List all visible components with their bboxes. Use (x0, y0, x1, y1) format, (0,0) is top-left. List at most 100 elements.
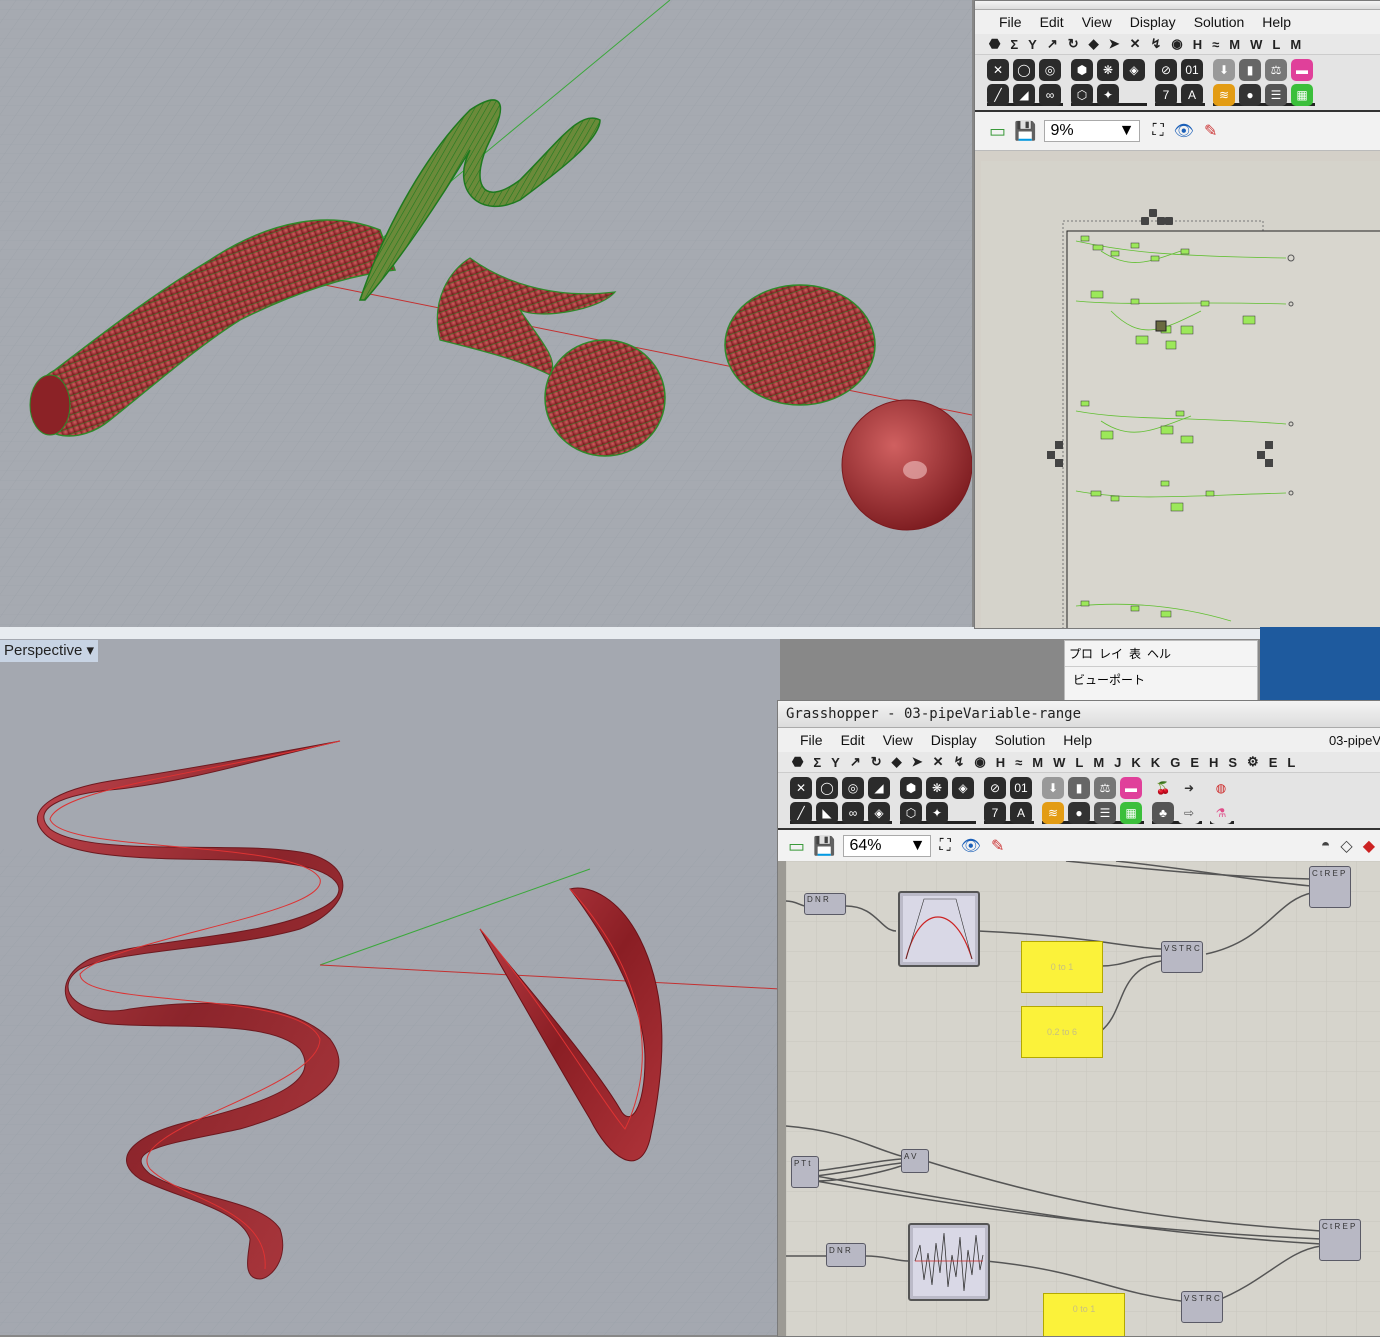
circle-icon[interactable]: ◯ (1013, 59, 1035, 81)
zoom-select[interactable]: 64% ▼ (843, 835, 932, 857)
curve-icon[interactable]: ◎ (1039, 59, 1061, 81)
panel-icon[interactable]: ≋ (1213, 84, 1235, 106)
menu-display[interactable]: Display (931, 732, 977, 748)
gh-bottom-titlebar[interactable]: Grasshopper - 03-pipeVariable-range (778, 701, 1380, 728)
tab-h[interactable]: H (996, 755, 1005, 770)
menu-help[interactable]: Help (1063, 732, 1092, 748)
tab-j[interactable]: J (1114, 755, 1121, 770)
open-file-icon[interactable]: ▭ (989, 121, 1006, 142)
menu-file[interactable]: File (800, 732, 823, 748)
tab-transform-icon[interactable]: ↯ (953, 754, 964, 770)
menu-view[interactable]: View (883, 732, 913, 748)
panel-icon[interactable]: ≋ (1042, 802, 1064, 824)
tab-surface-icon[interactable]: ◆ (1089, 36, 1099, 52)
toggle-icon[interactable]: ● (1068, 802, 1090, 824)
import-icon[interactable]: ⬇ (1042, 777, 1064, 799)
tab-sets[interactable]: Y (1028, 37, 1037, 52)
menu-view[interactable]: View (1082, 14, 1112, 30)
arc-icon[interactable]: ◢ (1013, 84, 1035, 106)
geometry-icon[interactable]: ✕ (790, 777, 812, 799)
tab-k[interactable]: K (1131, 755, 1140, 770)
boolean-icon[interactable]: ⊘ (1155, 59, 1177, 81)
tab-s[interactable]: S (1228, 755, 1237, 770)
tab-vector-icon[interactable]: ↗ (850, 754, 861, 770)
menu-solution[interactable]: Solution (1194, 14, 1245, 30)
sphere-icon[interactable]: ◍ (1210, 777, 1232, 799)
group-icon[interactable]: ✦ (1097, 84, 1119, 106)
tab-w[interactable]: W (1053, 755, 1065, 770)
arrow-outline-icon[interactable]: ⇨ (1178, 802, 1200, 824)
menu-display[interactable]: Display (1130, 14, 1176, 30)
tab-help[interactable]: ヘル (1147, 645, 1171, 662)
gh-window-bottom[interactable]: Grasshopper - 03-pipeVariable-range File… (777, 700, 1380, 1337)
link-icon[interactable]: ∞ (842, 802, 864, 824)
link-icon[interactable]: ∞ (1039, 84, 1061, 106)
arrow-right-icon[interactable]: ➜ (1178, 777, 1200, 799)
tab-g[interactable]: G (1170, 755, 1180, 770)
swatch-icon[interactable]: ▦ (1291, 84, 1313, 106)
box-icon[interactable]: ⬢ (900, 777, 922, 799)
integer-icon[interactable]: 01 (1010, 777, 1032, 799)
group-icon[interactable]: ◈ (868, 802, 890, 824)
slider-icon[interactable]: ⚖ (1265, 59, 1287, 81)
tab-transform-icon[interactable]: ↯ (1150, 36, 1161, 52)
tab-intersect-icon[interactable]: ✕ (1130, 36, 1141, 52)
tab-layers[interactable]: レイ (1099, 645, 1123, 662)
tab-m2[interactable]: M (1093, 755, 1104, 770)
text-icon[interactable]: A (1181, 84, 1203, 106)
preview-eye-icon[interactable]: 👁 (961, 836, 981, 856)
gradient-icon[interactable]: ▬ (1291, 59, 1313, 81)
curve-parameter-component[interactable]: P T t (791, 1156, 819, 1188)
tab-m[interactable]: M (1229, 37, 1240, 52)
circle-icon[interactable]: ◯ (816, 777, 838, 799)
geometry-icon[interactable]: ✕ (987, 59, 1009, 81)
arc-icon[interactable]: ◢ (868, 777, 890, 799)
graph-mapper-sine[interactable] (908, 1223, 990, 1301)
tab-l[interactable]: L (1272, 37, 1280, 52)
panel-0-to-1[interactable]: 0 to 1 (1021, 941, 1103, 993)
save-file-icon[interactable]: 💾 (1014, 121, 1036, 142)
slider-icon[interactable]: ⚖ (1094, 777, 1116, 799)
tab-k2[interactable]: K (1151, 755, 1160, 770)
gh-window-top[interactable]: File Edit View Display Solution Help ⬣ Σ… (974, 0, 1380, 629)
tab-display-icon[interactable]: ◉ (1171, 36, 1182, 52)
divide-curve-component[interactable]: D N R (804, 893, 846, 915)
gh-bottom-canvas[interactable]: D N R 0 to 1 0.2 to 6 V S T R C C t R E … (786, 861, 1380, 1336)
panel-0-to-1-second[interactable]: 0 to 1 (1043, 1293, 1125, 1336)
integer-icon[interactable]: 01 (1181, 59, 1203, 81)
list-icon[interactable]: ☰ (1094, 802, 1116, 824)
pipe-variable-component-1[interactable]: C t R E P (1309, 866, 1351, 908)
tab-e[interactable]: E (1190, 755, 1199, 770)
list-icon[interactable]: ☰ (1265, 84, 1287, 106)
cherry-icon[interactable]: 🍒 (1152, 777, 1174, 799)
button-icon[interactable]: ▮ (1068, 777, 1090, 799)
canvas-left-scrollbar[interactable] (778, 861, 786, 1336)
tree-icon[interactable]: ♣ (1152, 802, 1174, 824)
tab-weave-icon[interactable]: ≈ (1015, 755, 1022, 770)
tab-display[interactable]: 表 (1129, 645, 1141, 662)
sketch-pen-icon[interactable]: ✎ (1204, 121, 1217, 141)
graph-mapper-bezier[interactable] (898, 891, 980, 967)
tab-display-icon[interactable]: ◉ (974, 754, 985, 770)
viewport-title[interactable]: Perspective ▾ (0, 640, 99, 662)
menu-edit[interactable]: Edit (1040, 14, 1064, 30)
tab-mesh-icon[interactable]: ➤ (912, 754, 923, 770)
tab-mesh-icon[interactable]: ➤ (1109, 36, 1120, 52)
tab-surface-icon[interactable]: ◆ (892, 754, 902, 770)
tab-m[interactable]: M (1032, 755, 1043, 770)
menu-help[interactable]: Help (1262, 14, 1291, 30)
swatch-icon[interactable]: ▦ (1120, 802, 1142, 824)
tab-intersect-icon[interactable]: ✕ (933, 754, 944, 770)
divide-curve-component-2[interactable]: D N R (826, 1243, 866, 1267)
tab-e2[interactable]: E (1269, 755, 1278, 770)
box-icon[interactable]: ⬢ (1071, 59, 1093, 81)
top-viewport[interactable] (0, 0, 972, 627)
sketch-pen-icon[interactable]: ✎ (991, 836, 1004, 856)
surface-icon[interactable]: ⬡ (1071, 84, 1093, 106)
number-icon[interactable]: 7 (1155, 84, 1177, 106)
tab-curve-icon[interactable]: ↻ (871, 754, 882, 770)
transform-icon[interactable]: ✦ (926, 802, 948, 824)
text-icon[interactable]: A (1010, 802, 1032, 824)
save-file-icon[interactable]: 💾 (813, 836, 835, 857)
tab-w[interactable]: W (1250, 37, 1262, 52)
